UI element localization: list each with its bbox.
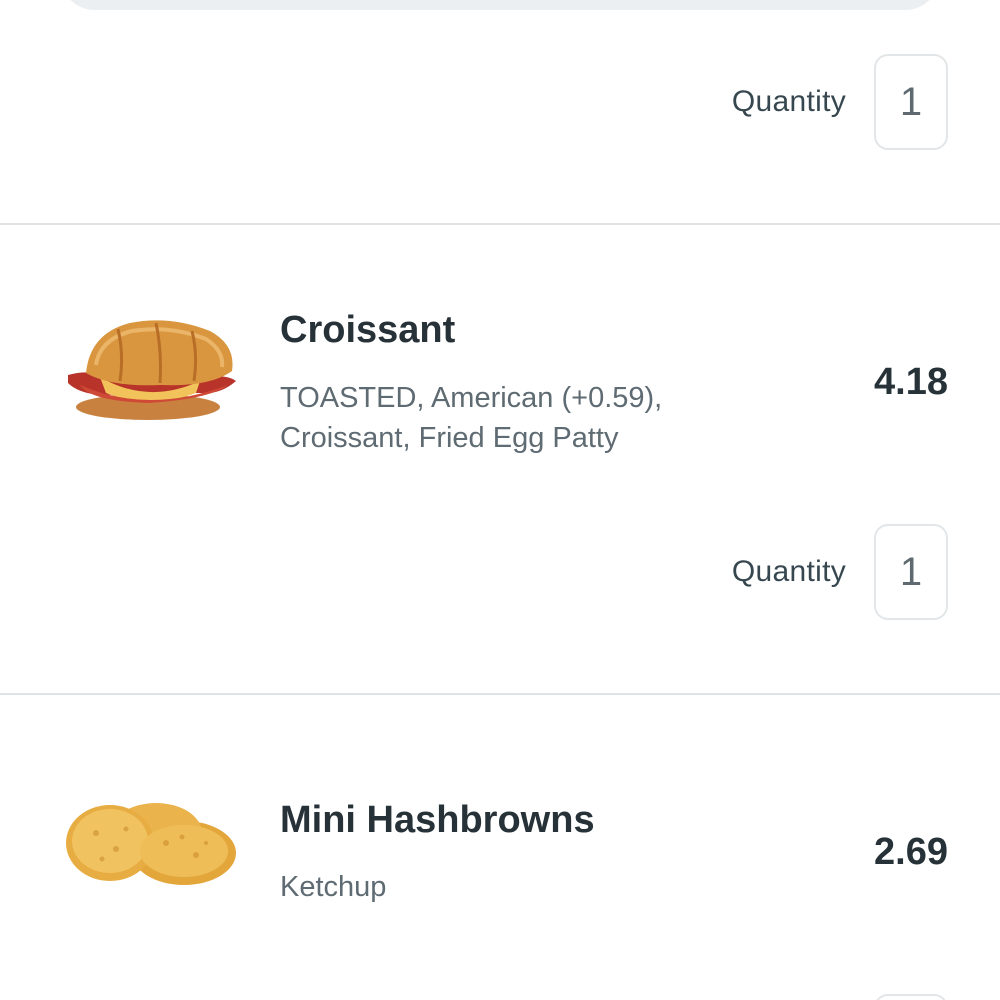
order-review-screen: Quantity 1 Croissant TOASTED, American (… [0,0,1000,1000]
list-item[interactable]: Croissant TOASTED, American (+0.59), Cro… [0,225,1000,693]
quantity-field[interactable]: 1 [874,54,948,150]
quantity-field[interactable] [874,994,948,1000]
item-price: 2.69 [874,831,948,873]
item-name: Croissant [280,309,456,351]
item-name: Mini Hashbrowns [280,799,595,841]
croissant-sandwich-icon [60,315,240,435]
item-description: Ketchup [280,871,387,903]
quantity-label: Quantity [731,555,846,588]
item-price: 4.18 [874,361,948,403]
quantity-row: Quantity 1 [732,54,948,150]
quantity-field[interactable]: 1 [874,524,948,620]
item-description: TOASTED, American (+0.59), Croissant, Fr… [280,382,663,454]
list-item[interactable]: Mini Hashbrowns Ketchup 2.69 [0,695,1000,1000]
hashbrowns-icon [66,793,241,894]
quantity-label: Quantity [731,85,846,118]
top-input-pill[interactable] [60,0,940,10]
quantity-row: Quantity 1 [732,524,948,620]
